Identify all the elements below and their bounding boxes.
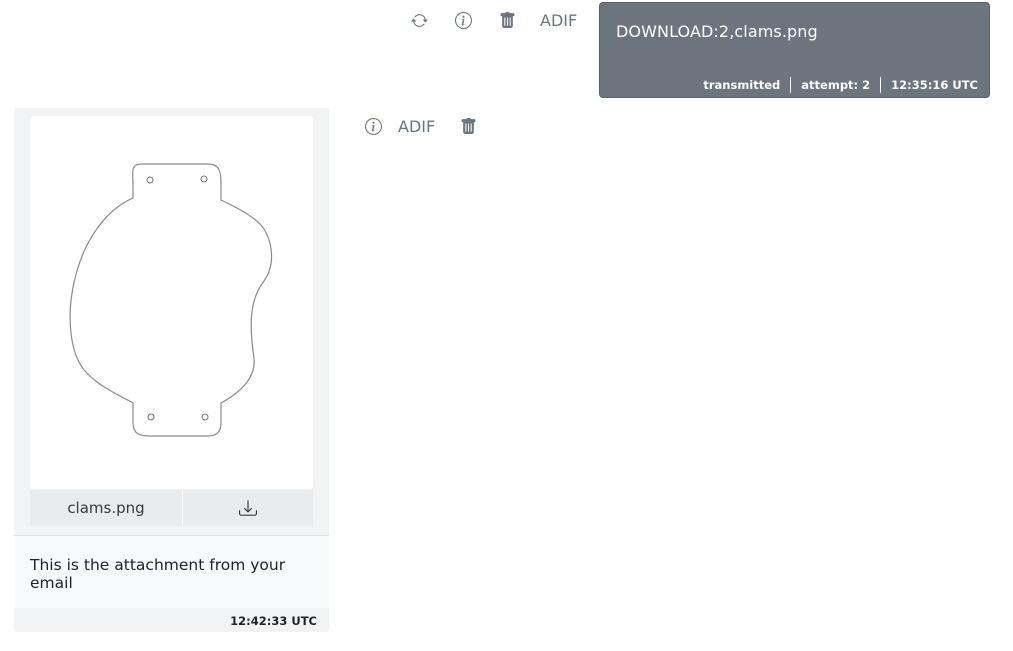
outgoing-message-actions: ADIF	[408, 8, 577, 32]
divider	[880, 77, 882, 93]
chat-view: ADIF DOWNLOAD:2,clams.png transmitted at…	[0, 0, 1013, 651]
trash-icon[interactable]	[496, 9, 518, 31]
trash-icon[interactable]	[457, 115, 479, 137]
download-icon[interactable]	[183, 490, 313, 526]
info-icon[interactable]	[362, 115, 384, 137]
message-text: This is the attachment from your email	[30, 556, 286, 592]
status-label: transmitted	[703, 78, 781, 92]
info-icon[interactable]	[452, 9, 474, 31]
outgoing-message-bubble: DOWNLOAD:2,clams.png transmitted attempt…	[599, 2, 990, 98]
attempt-label: attempt: 2	[801, 78, 871, 92]
incoming-message-card: clams.png This is the attachment from yo…	[14, 108, 329, 632]
adif-button[interactable]: ADIF	[540, 11, 577, 30]
timestamp: 12:35:16 UTC	[891, 78, 978, 92]
refresh-icon[interactable]	[408, 9, 430, 31]
message-text: DOWNLOAD:2,clams.png	[616, 22, 818, 41]
attachment-bar: clams.png	[30, 490, 313, 526]
message-meta: transmitted attempt: 2 12:35:16 UTC	[703, 77, 978, 93]
attachment-filename: clams.png	[30, 490, 183, 526]
timestamp: 12:42:33 UTC	[230, 614, 317, 628]
incoming-message-actions: ADIF	[362, 115, 493, 137]
message-body: This is the attachment from your email	[14, 536, 329, 608]
adif-button[interactable]: ADIF	[398, 117, 435, 136]
divider	[790, 77, 792, 93]
clams-drawing	[69, 163, 273, 437]
attachment-image[interactable]	[30, 116, 313, 489]
